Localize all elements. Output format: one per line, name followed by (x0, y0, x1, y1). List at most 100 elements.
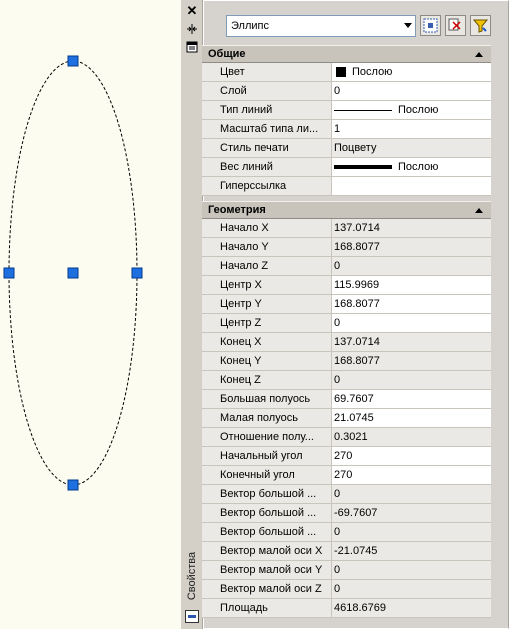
property-value[interactable]: 1 (332, 120, 491, 138)
property-value: 0 (332, 485, 491, 503)
properties-menu-icon[interactable] (185, 40, 199, 54)
section-header-geometry[interactable]: Геометрия (202, 201, 491, 219)
property-row[interactable]: Центр Y 168.8077 (202, 295, 491, 314)
property-row[interactable]: Вектор большой ... 0 (202, 523, 491, 542)
property-name: Малая полуось (218, 409, 332, 427)
property-row[interactable]: Начало X 137.0714 (202, 219, 491, 238)
object-type-select[interactable]: Эллипс (226, 15, 416, 37)
property-row[interactable]: Конец Y 168.8077 (202, 352, 491, 371)
quick-select-button[interactable] (470, 15, 491, 36)
grip-top[interactable] (67, 55, 79, 67)
property-value: 0 (332, 561, 491, 579)
property-name: Вектор большой ... (218, 485, 332, 503)
property-name: Стиль печати (218, 139, 332, 157)
grip-right[interactable] (131, 267, 143, 279)
property-row[interactable]: Слой 0 (202, 82, 491, 101)
pickadd-icon (423, 18, 438, 33)
property-name: Центр Y (218, 295, 332, 313)
color-swatch (336, 67, 346, 77)
property-row[interactable]: Вектор большой ... 0 (202, 485, 491, 504)
toggle-pickadd-button[interactable] (420, 15, 441, 36)
select-objects-icon (448, 18, 461, 31)
value-text: Послою (398, 161, 439, 173)
drawing-canvas[interactable] (0, 0, 181, 629)
palette-settings-icon[interactable] (185, 610, 199, 623)
palette-titlebar[interactable]: ✕ Свойства (181, 0, 203, 629)
autohide-icon[interactable] (185, 22, 199, 36)
property-row[interactable]: Центр Z0 (202, 314, 491, 333)
grip-center[interactable] (67, 267, 79, 279)
property-value[interactable]: 0 (332, 314, 491, 332)
property-value: 0 (332, 580, 491, 598)
property-row[interactable]: Конец X 137.0714 (202, 333, 491, 352)
property-value[interactable]: 21.0745 (332, 409, 491, 427)
property-row[interactable]: Вес линий Послою (202, 158, 491, 177)
chevron-up-icon[interactable] (475, 208, 483, 213)
property-value[interactable]: Послою (332, 63, 491, 81)
property-row[interactable]: Вектор малой оси Z0 (202, 580, 491, 599)
property-value[interactable]: Послою (332, 158, 491, 176)
property-name: Начало Y (218, 238, 332, 256)
palette-vertical-title: Свойства (185, 548, 199, 604)
property-value[interactable]: 270 (332, 447, 491, 465)
lineweight-sample (334, 165, 392, 169)
select-objects-button[interactable] (445, 15, 466, 36)
property-name: Начало Z (218, 257, 332, 275)
property-name: Вектор большой ... (218, 523, 332, 541)
value-text: Послою (352, 66, 393, 78)
property-value: 168.8077 (332, 238, 491, 256)
value-text: Послою (398, 104, 439, 116)
property-value[interactable] (332, 177, 491, 195)
property-name: Начало X (218, 219, 332, 237)
chevron-up-icon[interactable] (475, 52, 483, 57)
property-name: Центр X (218, 276, 332, 294)
close-icon[interactable]: ✕ (185, 4, 199, 18)
property-row[interactable]: Конечный угол 270 (202, 466, 491, 485)
property-value: 168.8077 (332, 352, 491, 370)
property-name: Вектор большой ... (218, 504, 332, 522)
property-row[interactable]: Вектор большой ... -69.7607 (202, 504, 491, 523)
property-value: Поцвету (332, 139, 491, 157)
property-row[interactable]: Начало Z0 (202, 257, 491, 276)
property-name: Вес линий (218, 158, 332, 176)
chevron-down-icon[interactable] (404, 23, 412, 28)
property-row[interactable]: Вектор малой оси Y0 (202, 561, 491, 580)
property-name: Площадь (218, 599, 332, 617)
linetype-sample (334, 109, 392, 111)
object-type-value: Эллипс (231, 20, 269, 32)
general-section: Общие Цвет Послою Слой 0 Тип линий Послою М… (202, 45, 491, 196)
grip-bottom[interactable] (67, 479, 79, 491)
property-row[interactable]: Начальный угол 270 (202, 447, 491, 466)
section-header-general[interactable]: Общие (202, 45, 491, 63)
property-row[interactable]: Малая полуось 21.0745 (202, 409, 491, 428)
property-value[interactable]: Послою (332, 101, 491, 119)
property-row[interactable]: Стиль печати Поцвету (202, 139, 491, 158)
property-name: Конец Z (218, 371, 332, 389)
property-row[interactable]: Масштаб типа ли... 1 (202, 120, 491, 139)
property-name: Конечный угол (218, 466, 332, 484)
property-value[interactable]: 270 (332, 466, 491, 484)
property-value[interactable]: 69.7607 (332, 390, 491, 408)
property-row[interactable]: Начало Y 168.8077 (202, 238, 491, 257)
property-row[interactable]: Конец Z0 (202, 371, 491, 390)
property-row[interactable]: Тип линий Послою (202, 101, 491, 120)
geometry-section: Геометрия Начало X 137.0714 Начало Y 168.8… (202, 201, 491, 618)
property-value[interactable]: 115.9969 (332, 276, 491, 294)
property-row[interactable]: Цвет Послою (202, 63, 491, 82)
property-name: Гиперссылка (218, 177, 332, 195)
property-row[interactable]: Большая полуось 69.7607 (202, 390, 491, 409)
property-name: Отношение полу... (218, 428, 332, 446)
property-value: 0.3021 (332, 428, 491, 446)
property-row[interactable]: Гиперссылка (202, 177, 491, 196)
property-value: -21.0745 (332, 542, 491, 560)
property-value[interactable]: 0 (332, 82, 491, 100)
property-row[interactable]: Площадь 4618.6769 (202, 599, 491, 618)
property-value[interactable]: 168.8077 (332, 295, 491, 313)
object-selector-row: Эллипс (204, 13, 509, 41)
grip-left[interactable] (3, 267, 15, 279)
property-row[interactable]: Отношение полу... 0.3021 (202, 428, 491, 447)
section-title: Геометрия (208, 204, 266, 216)
ellipse-drawing[interactable] (0, 0, 181, 629)
property-row[interactable]: Вектор малой оси X -21.0745 (202, 542, 491, 561)
property-row[interactable]: Центр X 115.9969 (202, 276, 491, 295)
